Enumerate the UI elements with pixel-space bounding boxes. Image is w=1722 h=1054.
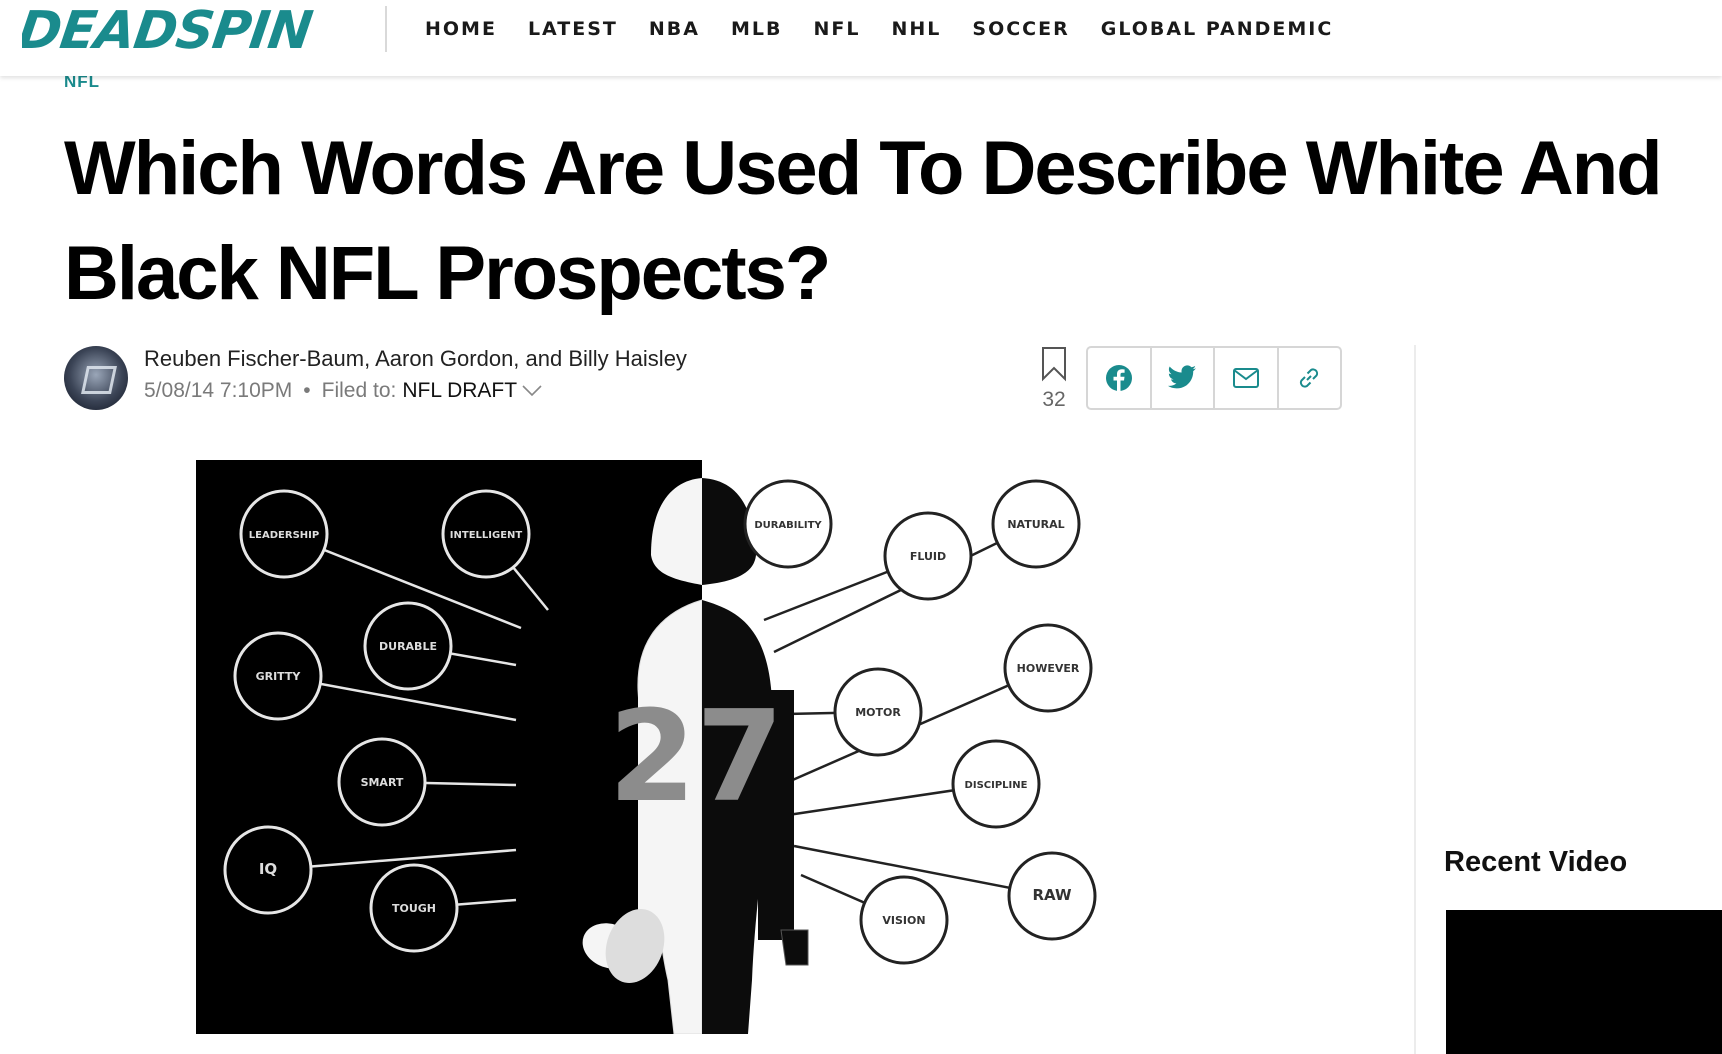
jersey-number: 27 — [608, 683, 783, 830]
bookmark-button[interactable] — [1040, 346, 1068, 387]
header-divider — [385, 6, 387, 52]
share-toolbar — [1086, 346, 1342, 410]
bookmark-icon — [1042, 347, 1066, 382]
filed-category-link[interactable]: NFL DRAFT — [402, 379, 517, 403]
twitter-icon — [1168, 365, 1197, 389]
nav-global-pandemic[interactable]: GLOBAL PANDEMIC — [1101, 16, 1334, 42]
chevron-down-icon[interactable] — [521, 384, 543, 398]
nav-latest[interactable]: LATEST — [528, 16, 618, 42]
bubble-word: DURABILITY — [754, 520, 822, 531]
share-facebook-button[interactable] — [1088, 348, 1152, 408]
recent-video-heading: Recent Video — [1444, 846, 1628, 878]
copy-link-button[interactable] — [1279, 348, 1341, 408]
bubble-word: TOUGH — [392, 902, 436, 915]
bubble-word: FLUID — [910, 550, 946, 563]
main-nav: HOME LATEST NBA MLB NFL NHL SOCCER GLOBA… — [425, 16, 1364, 42]
bubble-word: LEADERSHIP — [249, 530, 319, 541]
video-player[interactable] — [1446, 910, 1722, 1054]
bubble-word: HOWEVER — [1017, 662, 1080, 675]
bubble-word: INTELLIGENT — [450, 530, 523, 541]
bubble-word: MOTOR — [855, 706, 901, 719]
share-twitter-button[interactable] — [1152, 348, 1215, 408]
bubble-word: DURABLE — [379, 640, 437, 653]
article-hero-image[interactable]: 27 LEADERSHIP INTELLIGENT DURABLE GRITTY SMA… — [196, 460, 1196, 1034]
bubble-word: SMART — [361, 776, 404, 789]
facebook-icon — [1105, 365, 1132, 391]
bookmark-count: 32 — [1042, 388, 1066, 411]
nav-soccer[interactable]: SOCCER — [972, 16, 1069, 42]
share-email-button[interactable] — [1215, 348, 1279, 408]
author-byline[interactable]: Reuben Fischer-Baum, Aaron Gordon, and B… — [144, 346, 687, 372]
bubble-word: GRITTY — [256, 670, 302, 683]
sidebar-divider — [1414, 345, 1416, 1054]
bubble-word: DISCIPLINE — [965, 780, 1028, 791]
author-avatar[interactable] — [64, 346, 128, 410]
nav-nhl[interactable]: NHL — [891, 16, 941, 42]
bubble-word: NATURAL — [1007, 518, 1064, 531]
nav-nba[interactable]: NBA — [649, 16, 700, 42]
publish-timestamp: 5/08/14 7:10PM — [144, 379, 293, 402]
article-meta: 5/08/14 7:10PM • Filed to: NFL DRAFT — [144, 379, 543, 403]
nav-nfl[interactable]: NFL — [813, 16, 860, 42]
nav-mlb[interactable]: MLB — [731, 16, 783, 42]
email-icon — [1232, 368, 1259, 388]
article-headline: Which Words Are Used To Describe White A… — [64, 126, 1663, 316]
deadspin-logo[interactable]: DEADSPIN — [14, 1, 350, 61]
bubble-word: VISION — [882, 914, 925, 927]
logo-text: DEADSPIN — [22, 6, 315, 54]
nav-home[interactable]: HOME — [425, 16, 497, 42]
bubble-word: RAW — [1032, 886, 1071, 904]
filed-to-label: Filed to: — [321, 379, 397, 402]
bubble-word: IQ — [259, 860, 277, 878]
site-header: DEADSPIN HOME LATEST NBA MLB NFL NHL SOC… — [0, 0, 1722, 76]
meta-separator: • — [303, 379, 311, 402]
link-icon — [1300, 368, 1319, 388]
